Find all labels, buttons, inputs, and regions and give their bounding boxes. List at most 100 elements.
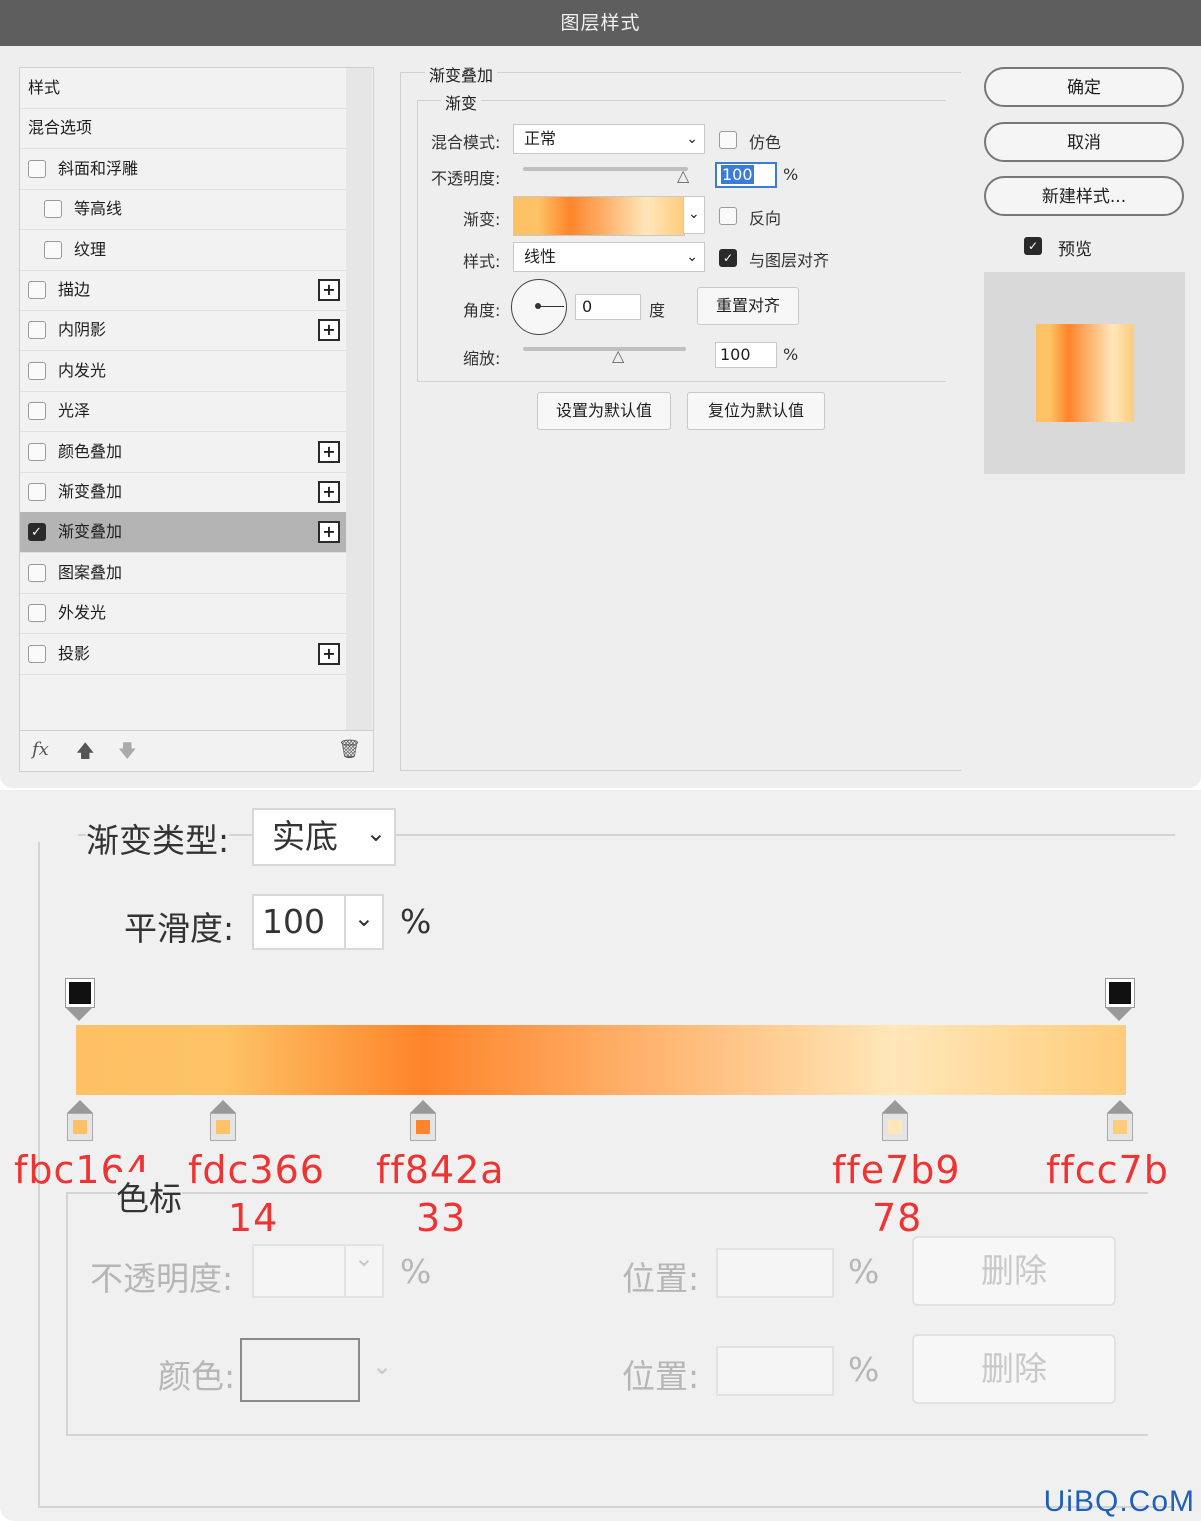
- style-item-10[interactable]: 渐变叠加 +: [20, 472, 346, 513]
- set-default-button[interactable]: 设置为默认值: [537, 392, 671, 430]
- add-effect-icon[interactable]: +: [318, 481, 340, 503]
- gradient-type-value: 实底: [272, 817, 338, 856]
- style-item-3[interactable]: 等高线: [20, 189, 346, 231]
- delete-color-stop-button[interactable]: 删除: [912, 1334, 1116, 1404]
- style-item-checkbox[interactable]: [28, 513, 46, 553]
- style-item-13[interactable]: 外发光: [20, 593, 346, 635]
- list-scrollbar[interactable]: [346, 68, 372, 730]
- add-effect-icon[interactable]: +: [318, 642, 340, 665]
- gradient-editor: 渐变类型: 实底 ⌄ 平滑度: 100 ⌄ % fbc164 fdc366 14 ff…: [0, 790, 1201, 1521]
- ok-button[interactable]: 确定: [984, 67, 1184, 107]
- stop-color-position-input[interactable]: [716, 1346, 834, 1396]
- style-item-checkbox[interactable]: [28, 361, 46, 380]
- move-down-icon[interactable]: 🡇: [118, 739, 137, 769]
- style-item-9[interactable]: 颜色叠加 +: [20, 432, 346, 473]
- style-item-checkbox[interactable]: [28, 442, 46, 461]
- dither-checkbox[interactable]: [719, 131, 737, 149]
- stop-opacity-position-label: 位置:: [622, 1259, 700, 1298]
- dialog-title: 图层样式: [0, 0, 1201, 46]
- color-stop[interactable]: [409, 1113, 436, 1141]
- scale-label: 缩放:: [463, 349, 501, 368]
- style-item-checkbox[interactable]: [28, 281, 46, 299]
- stop-opacity-position-input[interactable]: [716, 1248, 834, 1298]
- style-select[interactable]: 线性 ⌄: [513, 242, 705, 272]
- style-item-label: 渐变叠加: [58, 482, 123, 501]
- align-with-layer-label: 与图层对齐: [749, 251, 830, 270]
- stop-opacity-label: 不透明度:: [90, 1259, 234, 1298]
- blend-mode-label: 混合模式:: [431, 133, 501, 152]
- gradient-type-select[interactable]: 实底 ⌄: [252, 808, 396, 866]
- preview-label: 预览: [1058, 240, 1092, 260]
- blend-mode-select[interactable]: 正常 ⌄: [513, 124, 705, 154]
- color-stop[interactable]: [210, 1113, 236, 1141]
- delete-opacity-stop-button[interactable]: 删除: [912, 1236, 1116, 1306]
- angle-dial[interactable]: [511, 279, 567, 335]
- color-stop[interactable]: [67, 1113, 93, 1141]
- opacity-slider-handle[interactable]: △: [677, 166, 689, 185]
- style-item-checkbox[interactable]: [28, 563, 46, 582]
- smoothness-percent: %: [400, 902, 432, 941]
- opacity-stop-right[interactable]: [1106, 979, 1134, 1007]
- scale-slider[interactable]: [523, 347, 686, 351]
- align-with-layer-checkbox[interactable]: ✓: [719, 249, 737, 267]
- add-effect-icon[interactable]: +: [318, 279, 340, 301]
- add-effect-icon[interactable]: +: [318, 521, 340, 544]
- blend-options-item[interactable]: 混合选项: [20, 108, 346, 150]
- scale-slider-handle[interactable]: △: [612, 346, 624, 365]
- style-item-label: 等高线: [74, 199, 123, 219]
- gradient-dropdown[interactable]: ⌄: [683, 196, 705, 234]
- chevron-down-icon: ⌄: [688, 206, 700, 222]
- opacity-slider[interactable]: [523, 167, 688, 171]
- style-item-checkbox[interactable]: [28, 604, 46, 623]
- style-item-11[interactable]: 渐变叠加 +: [20, 512, 346, 554]
- style-item-label: 混合选项: [28, 118, 93, 138]
- style-item-12[interactable]: 图案叠加: [20, 553, 346, 594]
- style-item-checkbox[interactable]: [28, 321, 46, 340]
- watermark: UiBQ.CoM: [1043, 1485, 1195, 1518]
- style-item-5[interactable]: 描边 +: [20, 270, 346, 311]
- style-item-14[interactable]: 投影 +: [20, 634, 346, 675]
- gradient-swatch[interactable]: [513, 196, 685, 236]
- reverse-checkbox[interactable]: [719, 207, 737, 225]
- opacity-input[interactable]: 100: [715, 162, 777, 188]
- style-item-checkbox[interactable]: [44, 240, 62, 259]
- section-title: 渐变叠加: [425, 62, 498, 86]
- style-item-7[interactable]: 内发光: [20, 351, 346, 392]
- style-item-checkbox[interactable]: [28, 159, 46, 178]
- style-item-label: 描边: [58, 280, 91, 299]
- stop-color-label: 颜色:: [158, 1357, 236, 1396]
- reset-default-button[interactable]: 复位为默认值: [687, 392, 825, 430]
- add-effect-icon[interactable]: +: [318, 440, 340, 463]
- move-up-icon[interactable]: 🡅: [76, 739, 95, 769]
- stop-opacity-input[interactable]: ⌄: [252, 1244, 384, 1298]
- style-item-checkbox[interactable]: [28, 402, 46, 421]
- style-item-checkbox[interactable]: [28, 644, 46, 663]
- reset-align-button[interactable]: 重置对齐: [697, 287, 799, 325]
- style-item-2[interactable]: 斜面和浮雕: [20, 149, 346, 190]
- style-item-4[interactable]: 纹理: [20, 230, 346, 271]
- smoothness-input[interactable]: 100 ⌄: [252, 894, 384, 950]
- new-style-button[interactable]: 新建样式...: [984, 176, 1184, 216]
- style-label: 样式:: [463, 252, 501, 271]
- color-stop[interactable]: [1107, 1113, 1133, 1141]
- chevron-down-icon[interactable]: ⌄: [372, 1352, 392, 1380]
- stop-color-swatch[interactable]: [240, 1338, 360, 1402]
- style-item-label: 斜面和浮雕: [58, 158, 139, 178]
- style-item-label: 内发光: [58, 360, 107, 380]
- cancel-button[interactable]: 取消: [984, 122, 1184, 162]
- color-stop[interactable]: [882, 1113, 908, 1141]
- trash-icon[interactable]: 🗑: [338, 739, 361, 760]
- preview-checkbox[interactable]: ✓: [1024, 237, 1042, 255]
- gradient-bar[interactable]: [76, 1025, 1126, 1095]
- fx-icon[interactable]: fx: [32, 739, 49, 760]
- scale-input[interactable]: 100: [715, 342, 777, 368]
- list-footer: fx 🡅 🡇 🗑: [20, 730, 373, 772]
- style-item-8[interactable]: 光泽: [20, 391, 346, 433]
- angle-input[interactable]: 0: [575, 294, 641, 320]
- opacity-stop-left[interactable]: [66, 979, 94, 1007]
- add-effect-icon[interactable]: +: [318, 319, 340, 342]
- style-item-checkbox[interactable]: [44, 200, 62, 219]
- blend-mode-value: 正常: [524, 129, 557, 148]
- style-item-6[interactable]: 内阴影 +: [20, 310, 346, 352]
- style-item-checkbox[interactable]: [28, 483, 46, 501]
